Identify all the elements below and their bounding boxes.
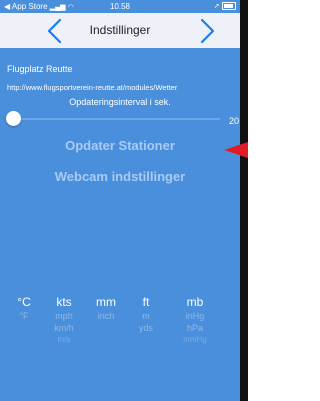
interval-slider-knob[interactable] xyxy=(6,111,21,126)
update-stations-button[interactable]: Opdater Stationer xyxy=(0,138,240,153)
pressure-unit-option[interactable]: inHg xyxy=(175,310,215,322)
units-picker[interactable]: °C °F kts mph km/h m/s mm inch ft m yds … xyxy=(0,295,240,375)
altitude-unit-column[interactable]: ft m yds xyxy=(126,295,166,334)
navigation-bar: Indstillinger xyxy=(0,13,240,48)
pressure-unit-option[interactable]: mmHg xyxy=(175,334,215,346)
rain-unit-selected: mm xyxy=(96,295,116,309)
pressure-unit-column[interactable]: mb inHg hPa mmHg xyxy=(175,295,215,346)
webcam-settings-button[interactable]: Webcam indstillinger xyxy=(0,169,240,184)
station-url: http://www.flugsportverein-reutte.at/mod… xyxy=(7,83,178,92)
speed-unit-column[interactable]: kts mph km/h m/s xyxy=(44,295,84,346)
status-time: 10.58 xyxy=(109,2,131,11)
pressure-unit-option[interactable]: hPa xyxy=(175,322,215,334)
altitude-unit-option[interactable]: yds xyxy=(126,322,166,334)
location-icon: ➚ xyxy=(213,3,220,10)
battery-icon xyxy=(222,1,236,10)
annotation-arrow-icon xyxy=(224,140,248,160)
temperature-unit-column[interactable]: °C °F xyxy=(4,295,44,322)
temperature-unit-selected: °C xyxy=(17,295,31,309)
rain-unit-option[interactable]: inch xyxy=(86,310,126,322)
altitude-unit-selected: ft xyxy=(142,295,150,309)
interval-slider[interactable] xyxy=(20,118,220,120)
station-name: Flugplatz Reutte xyxy=(7,64,73,74)
pressure-unit-selected: mb xyxy=(186,295,204,309)
rain-unit-column[interactable]: mm inch xyxy=(86,295,126,322)
phone-frame: ◀ App Store ▂▄▆ ◠ 10.58 ➚ Indstillinger … xyxy=(0,0,248,401)
temperature-unit-option[interactable]: °F xyxy=(4,310,44,322)
status-bar: ◀ App Store ▂▄▆ ◠ 10.58 ➚ xyxy=(0,0,240,13)
chevron-right-icon[interactable] xyxy=(192,16,222,46)
altitude-unit-option[interactable]: m xyxy=(126,310,166,322)
speed-unit-option[interactable]: m/s xyxy=(44,334,84,346)
settings-screen: ◀ App Store ▂▄▆ ◠ 10.58 ➚ Indstillinger … xyxy=(0,0,240,401)
speed-unit-selected: kts xyxy=(56,295,72,309)
interval-value: 20 xyxy=(229,116,240,126)
interval-label: Opdateringsinterval i sek. xyxy=(69,97,171,107)
speed-unit-option[interactable]: mph xyxy=(44,310,84,322)
speed-unit-option[interactable]: km/h xyxy=(44,322,84,334)
